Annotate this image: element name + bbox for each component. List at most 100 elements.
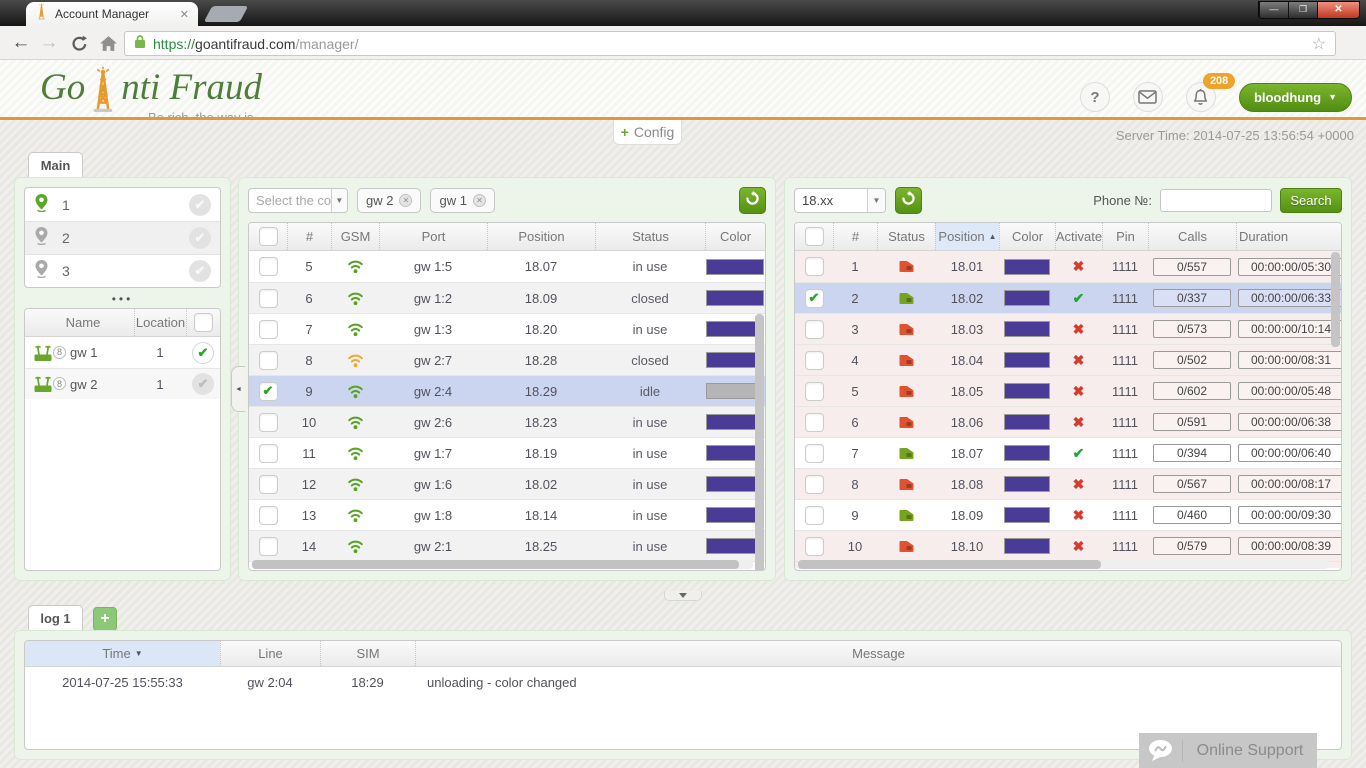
- table-row[interactable]: 8gw 2:718.28closed: [249, 344, 765, 375]
- row-checkbox[interactable]: [259, 444, 278, 463]
- refresh-ports-button[interactable]: [739, 187, 766, 214]
- location-row[interactable]: 1✔: [25, 188, 220, 221]
- row-checkbox[interactable]: [805, 257, 824, 276]
- row-checkbox[interactable]: [259, 257, 278, 276]
- home-button[interactable]: [95, 30, 121, 56]
- add-log-tab-button[interactable]: +: [93, 607, 117, 631]
- gateway-check-icon[interactable]: ✔: [192, 373, 214, 395]
- table-row[interactable]: 818.08✖11110/56700:00:00/08:17: [795, 468, 1341, 499]
- column-header: Calls: [1148, 223, 1236, 250]
- table-row[interactable]: ✔218.02✔11110/33700:00:00/06:33: [795, 282, 1341, 313]
- filter-tag[interactable]: gw 2✕: [357, 188, 421, 213]
- table-row[interactable]: 11gw 1:718.19in use: [249, 437, 765, 468]
- log-row[interactable]: 2014-07-25 15:55:33gw 2:0418:29unloading…: [25, 667, 1341, 697]
- address-bar[interactable]: https://goantifraud.com/manager/ ☆: [124, 31, 1336, 56]
- tab-main[interactable]: Main: [28, 152, 83, 178]
- user-menu-button[interactable]: bloodhung ▼: [1239, 83, 1352, 112]
- location-check-icon[interactable]: ✔: [189, 194, 211, 216]
- config-button[interactable]: + Config: [613, 120, 682, 145]
- table-row[interactable]: 518.05✖11110/60200:00:00/05:48: [795, 375, 1341, 406]
- location-check-icon[interactable]: ✔: [189, 227, 211, 249]
- gateway-row[interactable]: 8gw 11✔: [25, 337, 220, 368]
- table-row[interactable]: 1018.10✖11110/57900:00:00/08:39: [795, 530, 1341, 561]
- table-row[interactable]: 5gw 1:518.07in use: [249, 251, 765, 282]
- row-checkbox[interactable]: [259, 227, 278, 246]
- row-checkbox[interactable]: [805, 382, 824, 401]
- search-button[interactable]: Search: [1280, 188, 1342, 213]
- row-checkbox[interactable]: [805, 227, 824, 246]
- sim-number: 3: [833, 322, 877, 337]
- row-checkbox[interactable]: [805, 351, 824, 370]
- table-row[interactable]: 13gw 1:818.14in use: [249, 499, 765, 530]
- table-row[interactable]: 7gw 1:318.20in use: [249, 313, 765, 344]
- gateway-row[interactable]: 8gw 21✔: [25, 368, 220, 399]
- row-checkbox[interactable]: ✔: [259, 382, 278, 401]
- row-checkbox[interactable]: [259, 289, 278, 308]
- table-row[interactable]: ✔9gw 2:418.29idle: [249, 375, 765, 406]
- table-row[interactable]: 14gw 2:118.25in use: [249, 530, 765, 561]
- gateway-check-icon[interactable]: ✔: [192, 342, 214, 364]
- app-body: + Config Server Time: 2014-07-25 13:56:5…: [0, 120, 1366, 768]
- row-checkbox[interactable]: [259, 320, 278, 339]
- back-button[interactable]: ←: [8, 30, 34, 56]
- table-row[interactable]: 318.03✖11110/57300:00:00/10:14: [795, 313, 1341, 344]
- ports-horizontal-scrollbar[interactable]: [251, 560, 753, 569]
- ports-vertical-scrollbar[interactable]: [755, 252, 764, 558]
- chat-bubble-icon: [1139, 740, 1183, 762]
- collapse-section-handle[interactable]: [664, 591, 702, 601]
- browser-tab[interactable]: Account Manager ✕: [26, 2, 198, 26]
- table-row[interactable]: 10gw 2:618.23in use: [249, 406, 765, 437]
- gateway-name: gw 1: [70, 345, 97, 360]
- row-checkbox[interactable]: [259, 413, 278, 432]
- forward-button[interactable]: →: [36, 30, 62, 56]
- minimize-button[interactable]: —: [1259, 2, 1288, 18]
- table-row[interactable]: 418.04✖11110/50200:00:00/08:31: [795, 344, 1341, 375]
- row-checkbox[interactable]: [259, 351, 278, 370]
- logo-text-rest: nti Fraud: [121, 66, 262, 110]
- table-row[interactable]: 718.07✔11110/39400:00:00/06:40: [795, 437, 1341, 468]
- row-checkbox[interactable]: [259, 537, 278, 556]
- row-checkbox[interactable]: ✔: [805, 289, 824, 308]
- phone-input[interactable]: [1160, 189, 1272, 212]
- help-button[interactable]: ?: [1080, 82, 1110, 112]
- table-row[interactable]: 6gw 1:218.09closed: [249, 282, 765, 313]
- tab-log[interactable]: log 1: [28, 605, 83, 631]
- online-support-label: Online Support: [1183, 742, 1317, 760]
- location-row[interactable]: 3✔: [25, 254, 220, 287]
- sims-vertical-scrollbar[interactable]: [1331, 252, 1340, 558]
- row-checkbox[interactable]: [805, 320, 824, 339]
- row-checkbox[interactable]: [259, 506, 278, 525]
- new-tab-button[interactable]: [204, 6, 249, 22]
- close-button[interactable]: ✕: [1317, 2, 1359, 18]
- gateway-filter-value: Select the co: [249, 193, 331, 208]
- row-checkbox[interactable]: [805, 444, 824, 463]
- location-check-icon[interactable]: ✔: [189, 260, 211, 282]
- bookmark-star-icon[interactable]: ☆: [1312, 34, 1326, 54]
- row-checkbox[interactable]: [805, 537, 824, 556]
- messages-button[interactable]: [1133, 82, 1163, 112]
- row-checkbox[interactable]: [805, 475, 824, 494]
- row-checkbox[interactable]: [805, 506, 824, 525]
- reload-button[interactable]: [66, 30, 92, 56]
- remove-tag-icon[interactable]: ✕: [473, 194, 486, 207]
- row-checkbox[interactable]: [805, 413, 824, 432]
- gateway-filter-select[interactable]: Select the co ▼: [248, 188, 348, 213]
- sims-horizontal-scrollbar[interactable]: [797, 560, 1329, 569]
- table-row[interactable]: 12gw 1:618.02in use: [249, 468, 765, 499]
- maximize-button[interactable]: ❐: [1288, 2, 1317, 18]
- location-row[interactable]: 2✔: [25, 221, 220, 254]
- notifications-button[interactable]: 208: [1186, 82, 1216, 112]
- collapse-panel-handle[interactable]: ◄: [231, 366, 245, 412]
- table-row[interactable]: 618.06✖11110/59100:00:00/06:38: [795, 406, 1341, 437]
- table-row[interactable]: 118.01✖11110/55700:00:00/05:30: [795, 251, 1341, 282]
- tab-close-icon[interactable]: ✕: [180, 8, 189, 21]
- sim-group-select[interactable]: 18.xx ▼: [794, 188, 886, 213]
- row-checkbox[interactable]: [259, 475, 278, 494]
- row-checkbox[interactable]: [194, 313, 213, 332]
- table-row[interactable]: 918.09✖11110/46000:00:00/09:30: [795, 499, 1341, 530]
- remove-tag-icon[interactable]: ✕: [399, 194, 412, 207]
- refresh-sims-button[interactable]: [895, 187, 922, 214]
- more-locations[interactable]: •••: [15, 292, 230, 306]
- online-support-button[interactable]: Online Support: [1139, 733, 1317, 768]
- filter-tag[interactable]: gw 1✕: [430, 188, 494, 213]
